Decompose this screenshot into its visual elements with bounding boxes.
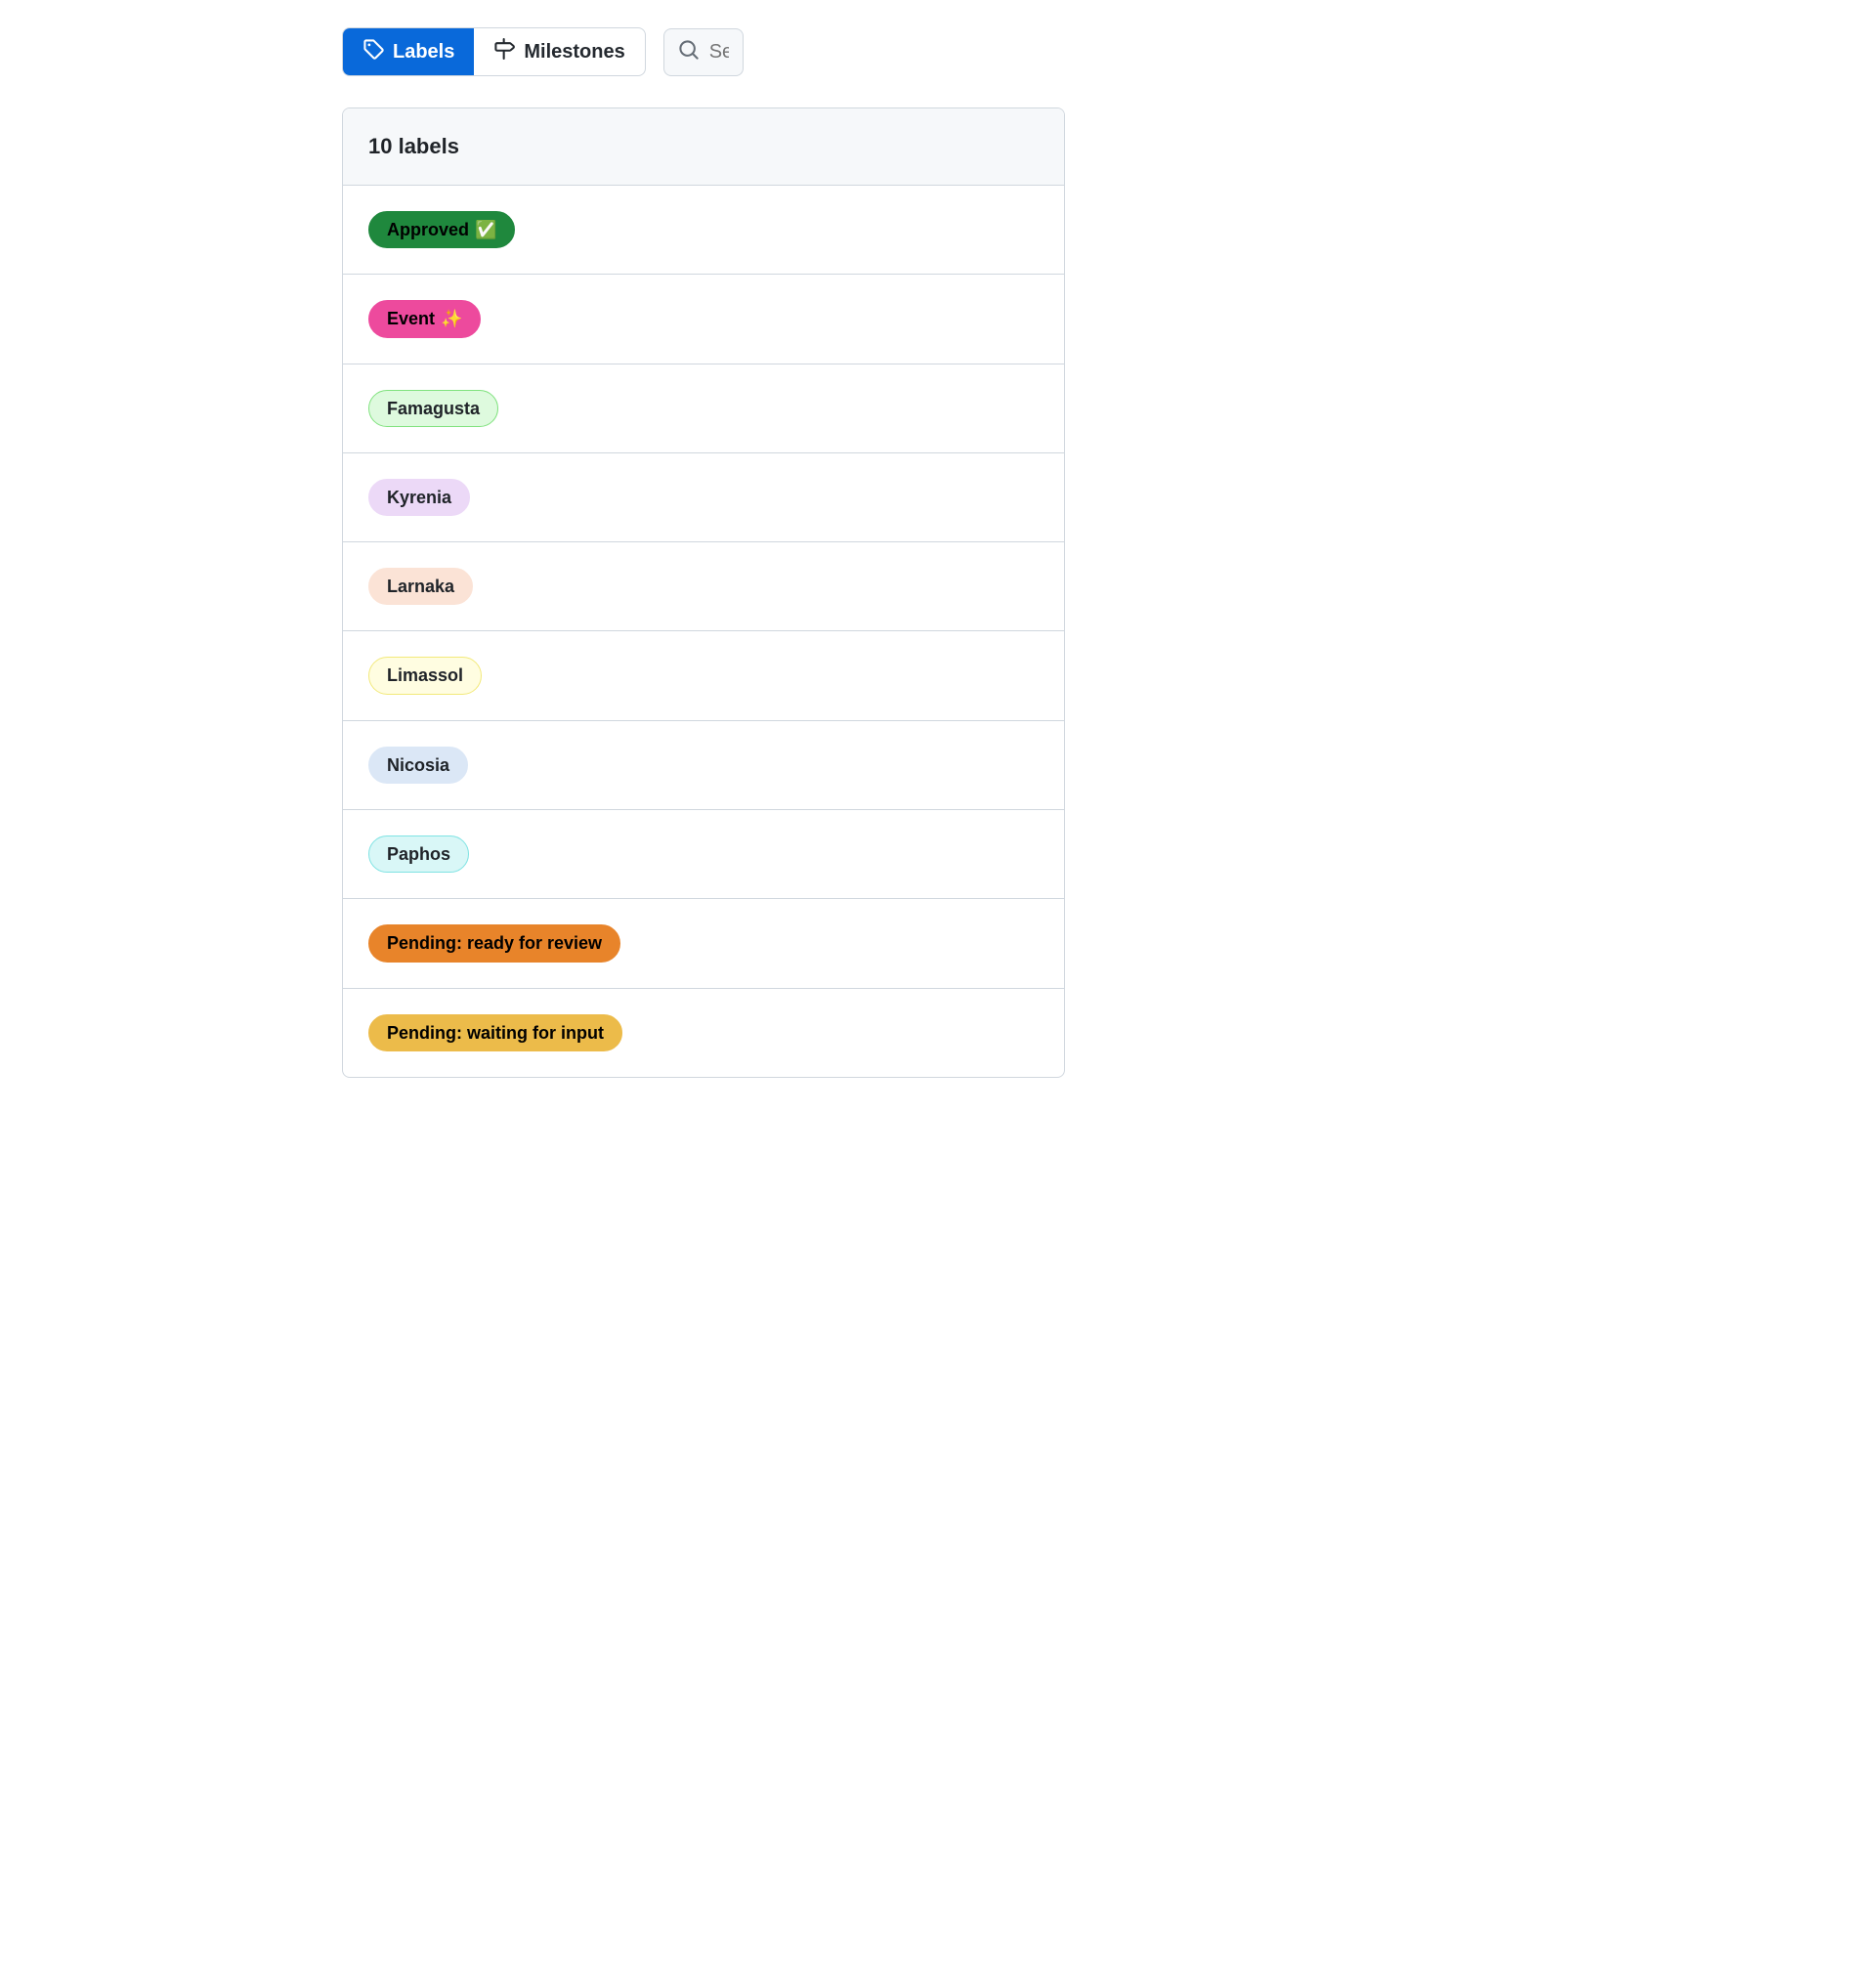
label-row: Famagusta [343, 364, 1064, 453]
label-row: Approved ✅ [343, 186, 1064, 275]
label-text: Approved [387, 218, 469, 241]
milestone-icon [493, 38, 515, 65]
label-emoji: ✅ [475, 218, 496, 241]
labels-panel: 10 labels Approved ✅ Event ✨ Famagusta Kyreni… [342, 107, 1065, 1078]
label-text: Nicosia [387, 753, 449, 777]
label-pill[interactable]: Limassol [368, 657, 482, 694]
label-row: Event ✨ [343, 275, 1064, 364]
tab-milestones[interactable]: Milestones [474, 28, 644, 75]
label-row: Kyrenia [343, 453, 1064, 542]
label-text: Pending: waiting for input [387, 1021, 604, 1045]
label-row: Larnaka [343, 542, 1064, 631]
label-text: Kyrenia [387, 486, 451, 509]
tab-milestones-text: Milestones [524, 41, 624, 64]
tag-icon [362, 38, 384, 65]
label-text: Pending: ready for review [387, 931, 602, 955]
label-text: Paphos [387, 842, 450, 866]
label-text: Larnaka [387, 575, 454, 598]
search-icon [678, 39, 700, 65]
label-emoji: ✨ [441, 307, 462, 330]
label-text: Event [387, 307, 435, 330]
label-row: Paphos [343, 810, 1064, 899]
panel-header: 10 labels [343, 108, 1064, 186]
label-pill[interactable]: Larnaka [368, 568, 473, 605]
label-pill[interactable]: Pending: ready for review [368, 924, 620, 962]
label-pill[interactable]: Paphos [368, 835, 469, 873]
label-row: Limassol [343, 631, 1064, 720]
labels-list: Approved ✅ Event ✨ Famagusta Kyrenia Larnaka Li… [343, 186, 1064, 1077]
tab-labels[interactable]: Labels [343, 28, 474, 75]
label-pill[interactable]: Approved ✅ [368, 211, 515, 248]
label-pill[interactable]: Pending: waiting for input [368, 1014, 622, 1051]
label-row: Pending: ready for review [343, 899, 1064, 988]
label-row: Nicosia [343, 721, 1064, 810]
toolbar: Labels Milestones [342, 27, 1065, 76]
label-pill[interactable]: Nicosia [368, 747, 468, 784]
label-text: Famagusta [387, 397, 480, 420]
label-pill[interactable]: Famagusta [368, 390, 498, 427]
tab-labels-text: Labels [393, 41, 454, 64]
label-pill[interactable]: Event ✨ [368, 300, 481, 337]
label-row: Pending: waiting for input [343, 989, 1064, 1077]
tab-group: Labels Milestones [342, 27, 646, 76]
label-pill[interactable]: Kyrenia [368, 479, 470, 516]
search-input[interactable] [709, 41, 729, 64]
label-text: Limassol [387, 664, 463, 687]
search-box[interactable] [663, 28, 744, 76]
